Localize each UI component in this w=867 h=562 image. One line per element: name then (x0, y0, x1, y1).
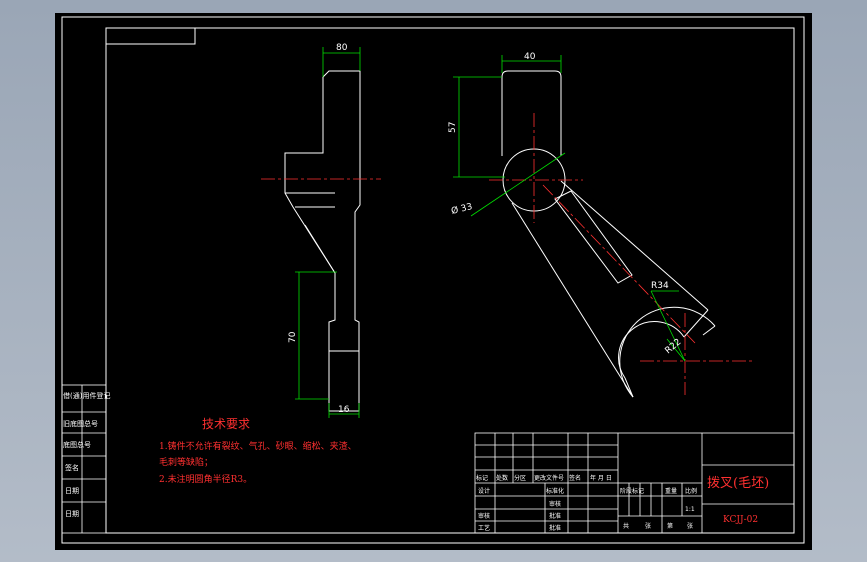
side-strip-label-6: 日期 (65, 510, 79, 518)
tb-scale-label: 比例 (685, 487, 697, 495)
side-strip-label-4: 签名 (65, 463, 79, 472)
tb-scale-value: 1:1 (685, 506, 695, 513)
front-view-dimension-lines (453, 55, 686, 362)
tb-weight: 重量 (665, 487, 677, 495)
tb-count: 处数 (496, 474, 508, 482)
tb-page-label: 第 (667, 522, 673, 530)
tb-signature: 签名 (569, 474, 581, 482)
dim-left-bottom-width: 16 (338, 405, 350, 415)
requirements-line-2: 毛刺等缺陷； (159, 456, 213, 468)
side-strip-label-1: 借(通)用件登记 (63, 391, 110, 400)
tb-standardize: 标准化 (546, 487, 564, 495)
corner-box (105, 27, 196, 45)
dim-right-height: 57 (448, 122, 458, 133)
tb-sheets-total: 共 (623, 522, 629, 530)
tb-mark: 标记 (476, 474, 488, 482)
tb-approve-2: 批准 (549, 512, 561, 520)
requirements-line-3: 2.未注明圆角半径R3。 (159, 473, 252, 485)
side-strip-label-5: 日期 (65, 487, 79, 495)
tb-process-review: 审核 (549, 500, 561, 508)
side-strip-label-2: 旧底图总号 (63, 419, 98, 428)
dim-right-diameter: Ø 33 (450, 201, 473, 217)
dim-radius-outer: R34 (651, 281, 669, 291)
drawing-title: 拨叉(毛坯) (707, 476, 769, 491)
cad-viewport[interactable]: 借(通)用件登记 旧底图总号 底图总号 签名 日期 日期 80 70 16 40… (55, 13, 812, 550)
side-strip-label-3: 底图总号 (63, 440, 91, 449)
tb-craft: 工艺 (478, 524, 490, 532)
dim-right-top-width: 40 (524, 52, 536, 62)
drawing-number: KCJJ-02 (723, 515, 758, 525)
tb-stage-mark: 阶段标记 (620, 487, 644, 495)
tb-date: 年 月 日 (590, 474, 612, 482)
dim-left-height: 70 (288, 331, 298, 343)
requirements-line-1: 1.铸件不允许有裂纹、气孔、砂眼、缩松、夹渣、 (159, 440, 357, 452)
drawing-sheet: 借(通)用件登记 旧底图总号 底图总号 签名 日期 日期 80 70 16 40… (61, 16, 805, 544)
tb-change-doc: 更改文件号 (534, 474, 564, 482)
tb-zone: 分区 (514, 474, 526, 482)
dim-left-top-width: 80 (336, 43, 348, 53)
tb-page-label-2: 张 (687, 522, 693, 530)
tb-design: 设计 (478, 487, 490, 495)
tb-check: 审核 (478, 512, 490, 520)
side-view-outline (284, 70, 361, 412)
tb-approve: 批准 (549, 524, 561, 532)
requirements-heading: 技术要求 (202, 417, 250, 431)
dim-radius-inner: R22 (664, 337, 684, 356)
tb-sheet-label: 张 (645, 522, 651, 530)
side-view-dimension-lines (295, 47, 361, 418)
